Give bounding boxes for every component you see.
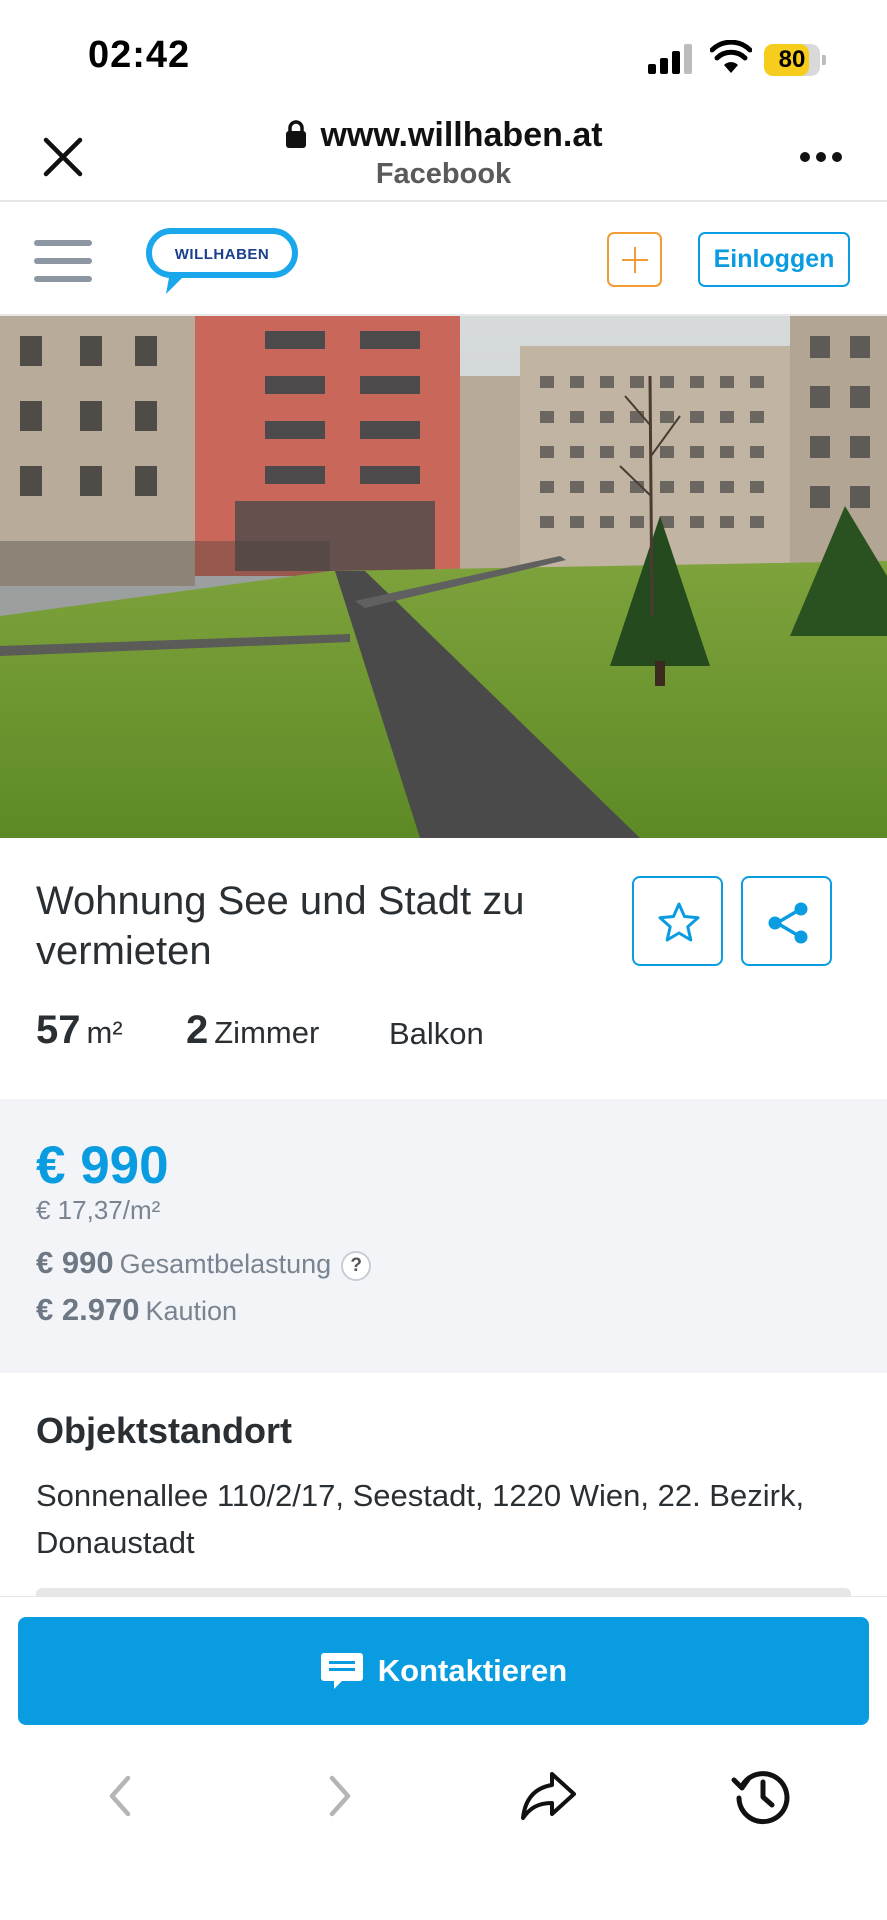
rooms-value: 2 [186, 1008, 209, 1052]
status-bar: 02:42 80 [0, 0, 887, 110]
back-icon[interactable] [90, 1764, 154, 1828]
share-arrow-icon[interactable] [516, 1764, 580, 1828]
rooms-label: Zimmer [214, 1015, 320, 1050]
plus-icon[interactable] [607, 232, 662, 287]
wifi-icon [710, 40, 752, 73]
contact-button[interactable]: Kontaktieren [18, 1617, 869, 1725]
history-icon[interactable] [730, 1764, 794, 1828]
star-icon [658, 902, 700, 942]
total-cost-label: Gesamtbelastung [119, 1249, 332, 1279]
share-icon [768, 902, 808, 944]
login-button[interactable]: Einloggen [698, 232, 850, 287]
logo-text: WILLHABEN [175, 246, 270, 263]
area-value: 57 [36, 1008, 81, 1052]
lock-icon [286, 120, 307, 148]
fact-balcony: Balkon [389, 1016, 484, 1051]
cellular-signal-icon [648, 44, 692, 74]
help-icon[interactable]: ? [341, 1251, 372, 1281]
browser-toolbar [0, 1736, 887, 1920]
deposit-row: € 2.970 Kaution [36, 1292, 237, 1328]
deposit-value: € 2.970 [36, 1292, 140, 1327]
chat-icon [320, 1653, 363, 1689]
battery-percent: 80 [778, 46, 806, 73]
area-unit: m² [86, 1015, 123, 1050]
favorite-button[interactable] [632, 876, 723, 966]
price-per-sqm: € 17,37/m² [36, 1195, 161, 1225]
total-cost-value: € 990 [36, 1245, 114, 1280]
share-button[interactable] [741, 876, 832, 966]
listing-photo[interactable] [0, 316, 887, 838]
more-icon[interactable] [800, 150, 844, 164]
willhaben-logo[interactable]: WILLHABEN [146, 228, 298, 298]
listing-photo-image [0, 316, 887, 838]
battery-indicator: 80 [764, 44, 826, 76]
browser-subtitle: Facebook [375, 158, 512, 190]
forward-icon[interactable] [306, 1764, 370, 1828]
menu-icon[interactable] [34, 240, 92, 284]
price-panel: € 990 € 17,37/m² € 990 Gesamtbelastung? €… [0, 1099, 887, 1373]
status-time: 02:42 [88, 34, 191, 76]
listing-title: Wohnung See und Stadt zu vermieten [36, 879, 525, 973]
url-display[interactable]: www.willhaben.at [0, 116, 887, 155]
fact-rooms: 2 Zimmer [186, 1008, 319, 1053]
url-text: www.willhaben.at [320, 116, 603, 154]
price-main: € 990 [36, 1136, 169, 1195]
fact-area: 57 m² [36, 1008, 123, 1053]
browser-header: www.willhaben.at Facebook [0, 110, 887, 202]
total-cost-row: € 990 Gesamtbelastung? [36, 1245, 372, 1281]
location-heading: Objektstandort [36, 1410, 293, 1451]
contact-label: Kontaktieren [377, 1653, 568, 1688]
contact-bar: Kontaktieren [0, 1596, 887, 1736]
site-header: WILLHABEN Einloggen [0, 204, 887, 316]
location-address: Sonnenallee 110/2/17, Seestadt, 1220 Wie… [36, 1478, 805, 1560]
deposit-label: Kaution [145, 1296, 238, 1326]
